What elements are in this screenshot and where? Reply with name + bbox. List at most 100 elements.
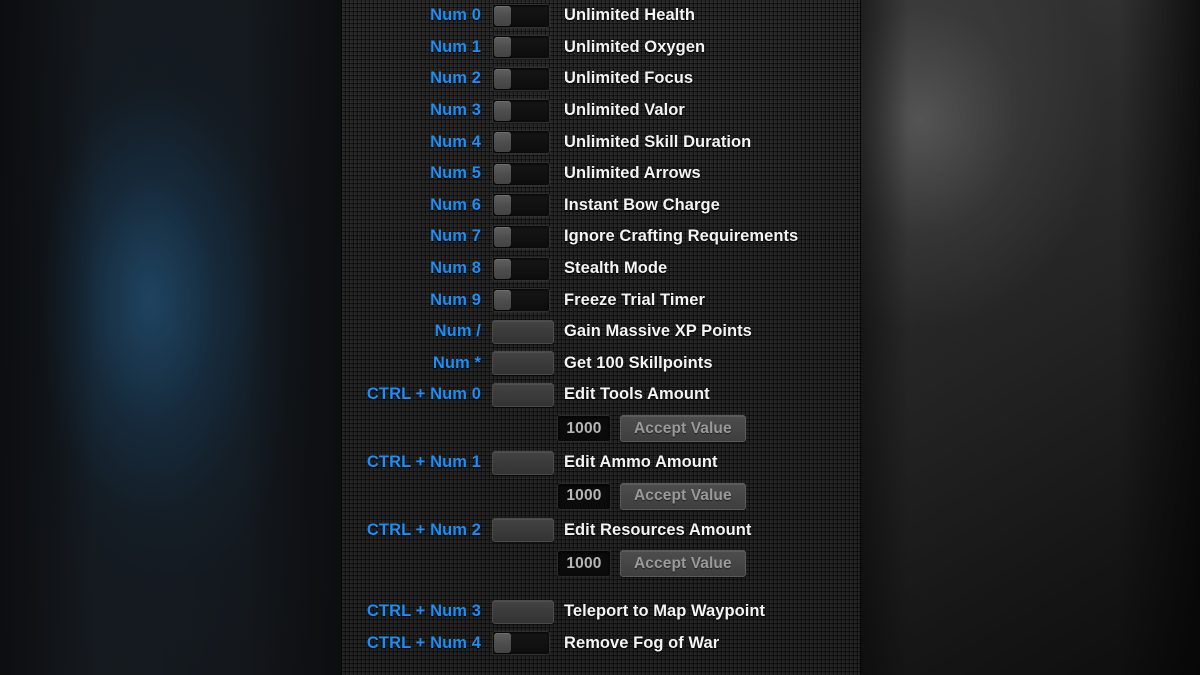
cheat-row: Num * Get 100 Skillpoints xyxy=(341,348,861,380)
cheat-toggle[interactable] xyxy=(492,631,550,656)
control-cell xyxy=(491,66,558,91)
cheat-label: Unlimited Arrows xyxy=(564,164,701,183)
value-input[interactable]: 1000 xyxy=(557,550,611,578)
hotkey-label: Num 5 xyxy=(430,164,481,183)
control-cell xyxy=(491,98,558,123)
control-cell xyxy=(491,351,558,376)
cheat-row: Num 0 Unlimited Health xyxy=(341,0,861,32)
accept-value-button[interactable]: Accept Value xyxy=(620,482,746,510)
cheat-row: Num 4 Unlimited Skill Duration xyxy=(341,126,861,158)
toggle-knob xyxy=(494,195,511,216)
hotkey-label: CTRL + Num 3 xyxy=(366,602,481,621)
cheat-row: Num 8 Stealth Mode xyxy=(341,253,861,285)
hotkey-label: Num 6 xyxy=(430,195,481,214)
cheat-row: Num 9 Freeze Trial Timer xyxy=(341,284,861,316)
toggle-knob xyxy=(494,258,511,279)
cheat-label: Edit Ammo Amount xyxy=(564,453,718,472)
cheat-row: Num 5 Unlimited Arrows xyxy=(341,158,861,190)
cheat-toggle[interactable] xyxy=(492,256,550,281)
accept-value-button[interactable]: Accept Value xyxy=(620,415,746,443)
cheat-row: Num 2 Unlimited Focus xyxy=(341,63,861,95)
cheat-label: Ignore Crafting Requirements xyxy=(564,227,799,246)
cheat-row: Num 7 Ignore Crafting Requirements xyxy=(341,221,861,253)
cheat-row: Num 3 Unlimited Valor xyxy=(341,95,861,127)
toggle-knob xyxy=(494,633,511,654)
hotkey-label: Num 1 xyxy=(430,37,481,56)
cheat-label: Unlimited Valor xyxy=(564,101,685,120)
hotkey-label: Num 8 xyxy=(430,259,481,278)
wallpaper-right xyxy=(861,0,1200,675)
hotkey-label: CTRL + Num 2 xyxy=(366,520,481,539)
cheat-toggle[interactable] xyxy=(492,35,550,60)
cheat-row: CTRL + Num 1 Edit Ammo Amount xyxy=(341,447,861,479)
toggle-knob xyxy=(494,68,511,89)
value-editor-row: 1000 Accept Value xyxy=(341,546,861,582)
cheat-toggle[interactable] xyxy=(492,130,550,155)
control-cell xyxy=(491,161,558,186)
control-cell xyxy=(491,319,558,344)
control-cell xyxy=(491,130,558,155)
toggle-knob xyxy=(494,37,511,58)
value-input[interactable]: 1000 xyxy=(557,415,611,443)
cheat-label: Unlimited Focus xyxy=(564,69,694,88)
cheat-label: Unlimited Health xyxy=(564,6,695,25)
cheat-row: Num / Gain Massive XP Points xyxy=(341,316,861,348)
control-cell xyxy=(491,599,558,624)
hotkey-label: CTRL + Num 1 xyxy=(366,453,481,472)
value-input[interactable]: 1000 xyxy=(557,482,611,510)
cheat-label: Remove Fog of War xyxy=(564,633,720,652)
cheat-toggle[interactable] xyxy=(492,161,550,186)
cheat-label: Unlimited Skill Duration xyxy=(564,132,752,151)
control-cell xyxy=(491,256,558,281)
hotkey-label: CTRL + Num 4 xyxy=(366,633,481,652)
cheat-toggle[interactable] xyxy=(492,3,550,28)
hotkey-label: Num 2 xyxy=(430,69,481,88)
control-cell xyxy=(491,288,558,313)
control-cell xyxy=(491,631,558,656)
control-cell xyxy=(491,224,558,249)
toggle-knob xyxy=(494,132,511,153)
control-cell xyxy=(491,450,558,475)
cheat-option-list: Num 0 Unlimited Health Num 1 Unlimited Oxyg… xyxy=(341,0,861,659)
control-cell xyxy=(491,35,558,60)
control-cell xyxy=(491,518,558,543)
hotkey-label: Num * xyxy=(432,353,481,372)
hotkey-label: Num 7 xyxy=(430,227,481,246)
cheat-toggle[interactable] xyxy=(492,66,550,91)
cheat-action-button[interactable] xyxy=(492,518,554,543)
cheat-row: Num 1 Unlimited Oxygen xyxy=(341,32,861,64)
cheat-action-button[interactable] xyxy=(492,382,554,407)
toggle-knob xyxy=(494,5,511,26)
cheat-label: Edit Resources Amount xyxy=(564,520,752,539)
cheat-row: Num 6 Instant Bow Charge xyxy=(341,190,861,222)
cheat-toggle[interactable] xyxy=(492,193,550,218)
trainer-screen: Num 0 Unlimited Health Num 1 Unlimited Oxyg… xyxy=(0,0,1200,675)
hotkey-label: Num 3 xyxy=(430,101,481,120)
value-editor-row: 1000 Accept Value xyxy=(341,478,861,514)
hotkey-label: Num 9 xyxy=(430,290,481,309)
cheat-action-button[interactable] xyxy=(492,599,554,624)
toggle-knob xyxy=(494,290,511,311)
cheat-label: Stealth Mode xyxy=(564,259,668,278)
toggle-knob xyxy=(494,100,511,121)
trainer-panel: Num 0 Unlimited Health Num 1 Unlimited Oxyg… xyxy=(341,0,861,675)
cheat-label: Freeze Trial Timer xyxy=(564,290,705,309)
cheat-label: Edit Tools Amount xyxy=(564,385,710,404)
cheat-action-button[interactable] xyxy=(492,319,554,344)
control-cell xyxy=(491,382,558,407)
accept-value-button[interactable]: Accept Value xyxy=(620,550,746,578)
row-group-spacer xyxy=(341,582,861,596)
cheat-row: CTRL + Num 4 Remove Fog of War xyxy=(341,628,861,660)
cheat-row: CTRL + Num 0 Edit Tools Amount xyxy=(341,379,861,411)
cheat-label: Teleport to Map Waypoint xyxy=(564,602,766,621)
cheat-action-button[interactable] xyxy=(492,351,554,376)
hotkey-label: CTRL + Num 0 xyxy=(366,385,481,404)
hotkey-label: Num 0 xyxy=(430,6,481,25)
cheat-label: Gain Massive XP Points xyxy=(564,322,752,341)
toggle-knob xyxy=(494,226,511,247)
cheat-action-button[interactable] xyxy=(492,450,554,475)
cheat-toggle[interactable] xyxy=(492,288,550,313)
cheat-toggle[interactable] xyxy=(492,98,550,123)
hotkey-label: Num / xyxy=(434,322,481,341)
cheat-toggle[interactable] xyxy=(492,224,550,249)
